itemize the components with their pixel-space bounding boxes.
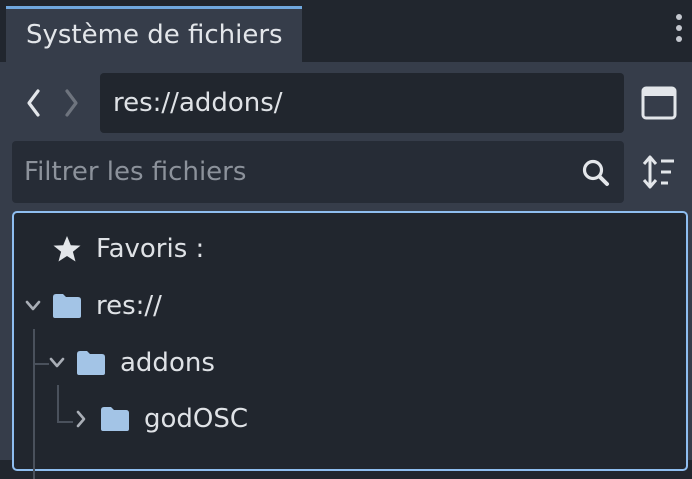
folder-icon <box>53 294 81 318</box>
tree-item-res[interactable]: res:// <box>14 282 686 330</box>
history-forward-button[interactable] <box>59 88 85 118</box>
folder-icon <box>77 351 105 375</box>
tab-filesystem[interactable]: Système de fichiers <box>6 6 302 62</box>
chevron-down-icon[interactable] <box>24 294 42 318</box>
search-icon <box>582 159 609 186</box>
dock-tab-bar: Système de fichiers <box>0 0 692 62</box>
toggle-split-mode-button[interactable] <box>640 84 678 122</box>
filter-input[interactable] <box>12 141 572 203</box>
chevron-right-icon <box>65 89 78 117</box>
sort-icon <box>642 155 674 189</box>
star-icon <box>53 236 81 262</box>
file-filter-field[interactable] <box>12 141 624 203</box>
split-mode-icon <box>641 86 677 120</box>
tree-item-label: res:// <box>96 291 162 321</box>
chevron-right-icon[interactable] <box>72 407 90 431</box>
current-path-text: res://addons/ <box>113 88 283 118</box>
file-tree[interactable]: Favoris : res:// addons godOSC <box>12 211 688 479</box>
tab-filesystem-label: Système de fichiers <box>26 20 283 50</box>
chevron-down-icon[interactable] <box>48 351 66 375</box>
tree-item-addons[interactable]: addons <box>14 339 686 387</box>
folder-icon <box>101 407 129 431</box>
current-path-field[interactable]: res://addons/ <box>100 73 624 133</box>
tree-item-godosc[interactable]: godOSC <box>14 395 686 443</box>
tree-item-favorites[interactable]: Favoris : <box>14 225 686 273</box>
sort-files-button[interactable] <box>640 152 678 192</box>
dock-menu-icon[interactable] <box>672 14 686 54</box>
history-back-button[interactable] <box>22 88 48 118</box>
favorites-label: Favoris : <box>96 234 205 264</box>
tree-item-label: addons <box>120 348 215 378</box>
chevron-left-icon <box>27 89 40 117</box>
tree-item-label: godOSC <box>144 404 249 434</box>
